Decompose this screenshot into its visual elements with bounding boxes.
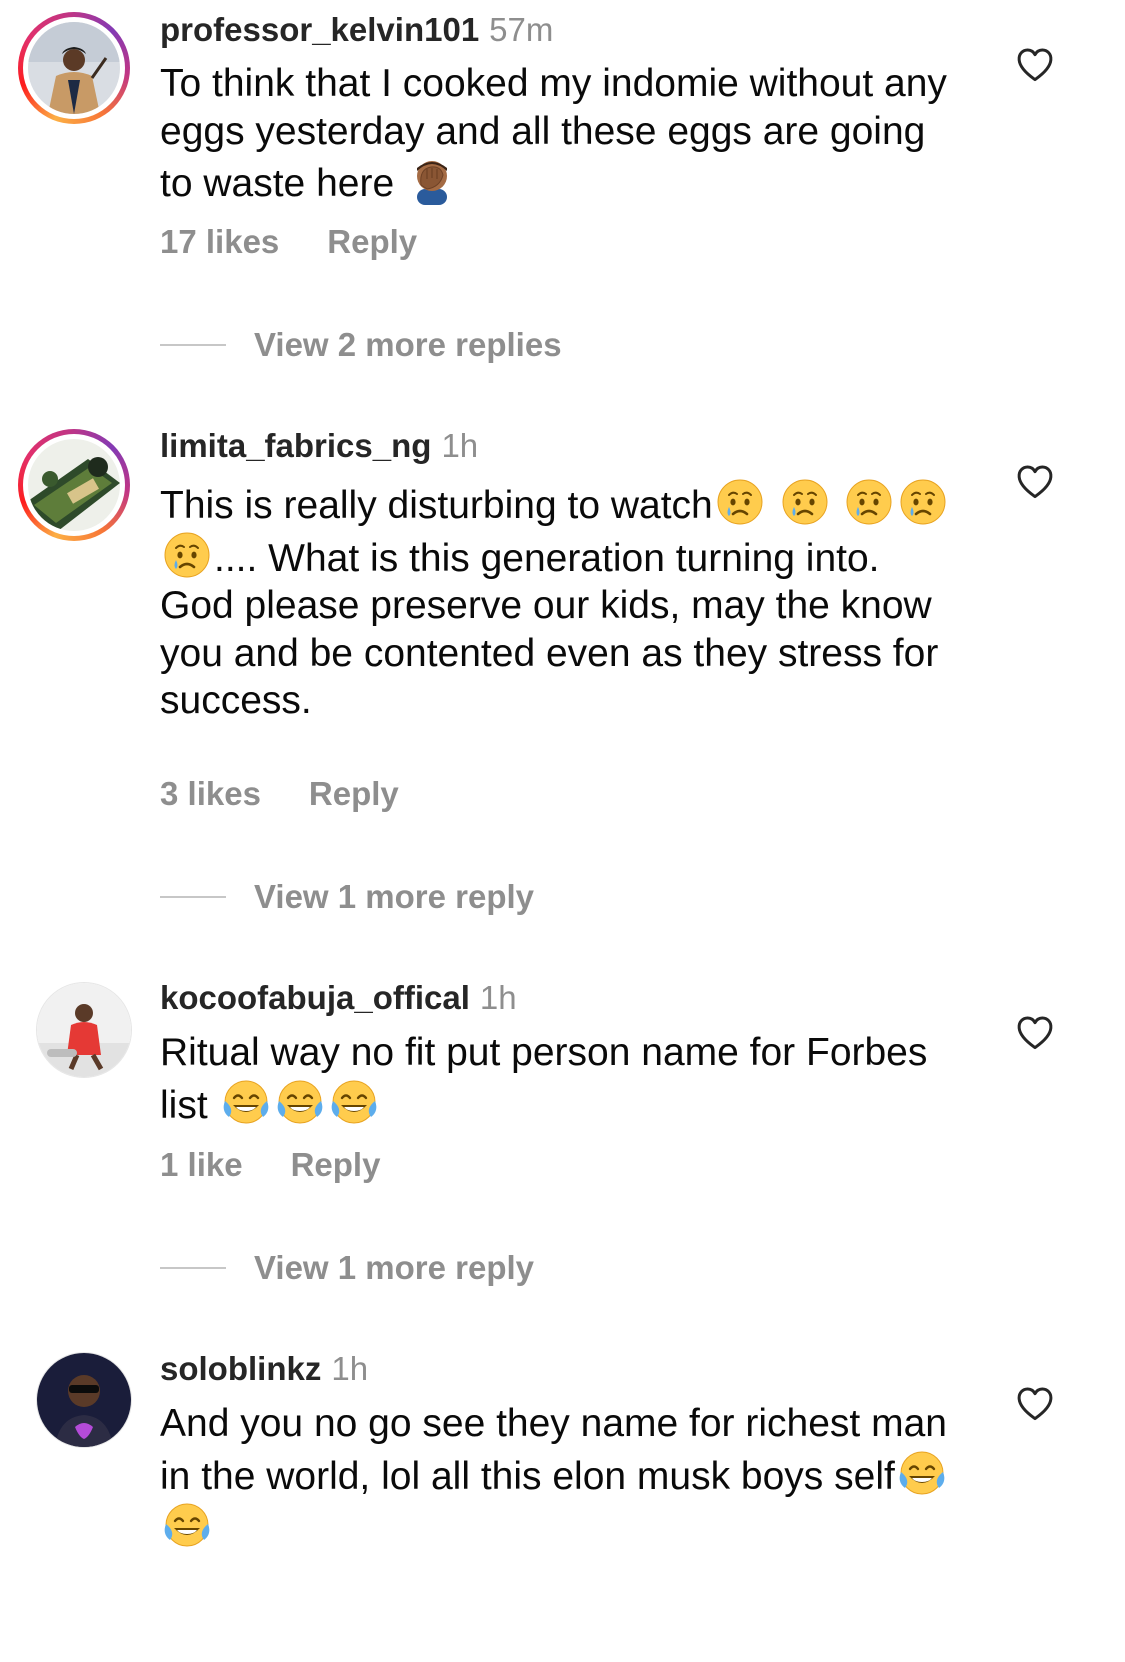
tears-of-joy-emoji (162, 1500, 212, 1550)
comments-feed: professor_kelvin101 57m To think that I c… (0, 0, 1125, 1662)
view-replies-link[interactable]: View 1 more reply (160, 1248, 534, 1288)
avatar-image (37, 983, 131, 1077)
comment-text-part: This is really disturbing to watch (160, 484, 713, 527)
view-replies-link[interactable]: View 2 more replies (160, 325, 562, 365)
comment-meta: 17 likes Reply (160, 222, 417, 262)
reply-thread-line (160, 1267, 226, 1269)
comment-meta: 3 likes Reply (160, 774, 399, 814)
comment-header: limita_fabrics_ng 1h (160, 426, 478, 466)
crying-face-emoji (780, 477, 830, 527)
comment-text: And you no go see they name for richest … (160, 1400, 960, 1553)
avatar[interactable] (36, 982, 132, 1078)
comment-text: To think that I cooked my indomie withou… (160, 60, 960, 208)
avatar[interactable] (18, 429, 130, 541)
view-replies-label: View 1 more reply (254, 878, 535, 915)
tears-of-joy-emoji (221, 1077, 271, 1127)
avatar[interactable] (18, 12, 130, 124)
like-count[interactable]: 3 likes (160, 775, 261, 812)
timestamp: 1h (331, 1350, 369, 1387)
heart-outline-icon[interactable] (1015, 462, 1055, 502)
crying-face-emoji (715, 477, 765, 527)
reply-thread-line (160, 896, 226, 898)
timestamp: 1h (441, 427, 479, 464)
crying-face-emoji (844, 477, 894, 527)
like-count[interactable]: 17 likes (160, 223, 279, 260)
like-count[interactable]: 1 like (160, 1146, 243, 1183)
view-replies-link[interactable]: View 1 more reply (160, 877, 534, 917)
view-replies-label: View 2 more replies (254, 326, 562, 363)
heart-outline-icon[interactable] (1015, 1013, 1055, 1053)
comment-meta: 1 like Reply (160, 1145, 380, 1185)
reply-button[interactable]: Reply (309, 775, 399, 812)
comment-text-part: To think that I cooked my indomie withou… (160, 62, 947, 205)
view-replies-label: View 1 more reply (254, 1249, 535, 1286)
crying-face-emoji (162, 530, 212, 580)
face-palm-emoji (407, 155, 457, 205)
crying-face-emoji (898, 477, 948, 527)
reply-thread-line (160, 344, 226, 346)
tears-of-joy-emoji (897, 1448, 947, 1498)
avatar[interactable] (36, 1352, 132, 1448)
comment-text-part: .... What is this generation turning int… (160, 536, 939, 723)
avatar-image (28, 22, 120, 114)
comment-text: Ritual way no fit put person name for Fo… (160, 1029, 960, 1129)
comment-text: This is really disturbing to watch .... … (160, 477, 960, 725)
username[interactable]: kocoofabuja_offical (160, 979, 470, 1016)
username[interactable]: limita_fabrics_ng (160, 427, 431, 464)
tears-of-joy-emoji (329, 1077, 379, 1127)
timestamp: 57m (489, 11, 554, 48)
avatar-image (37, 1353, 131, 1447)
heart-outline-icon[interactable] (1015, 45, 1055, 85)
comment-header: professor_kelvin101 57m (160, 10, 553, 50)
username[interactable]: soloblinkz (160, 1350, 321, 1387)
comment-text-part: And you no go see they name for richest … (160, 1402, 947, 1498)
comment-header: kocoofabuja_offical 1h (160, 978, 517, 1018)
avatar-image (28, 439, 120, 531)
reply-button[interactable]: Reply (291, 1146, 381, 1183)
heart-outline-icon[interactable] (1015, 1384, 1055, 1424)
comment-header: soloblinkz 1h (160, 1349, 368, 1389)
timestamp: 1h (479, 979, 517, 1016)
username[interactable]: professor_kelvin101 (160, 11, 479, 48)
reply-button[interactable]: Reply (327, 223, 417, 260)
tears-of-joy-emoji (275, 1077, 325, 1127)
